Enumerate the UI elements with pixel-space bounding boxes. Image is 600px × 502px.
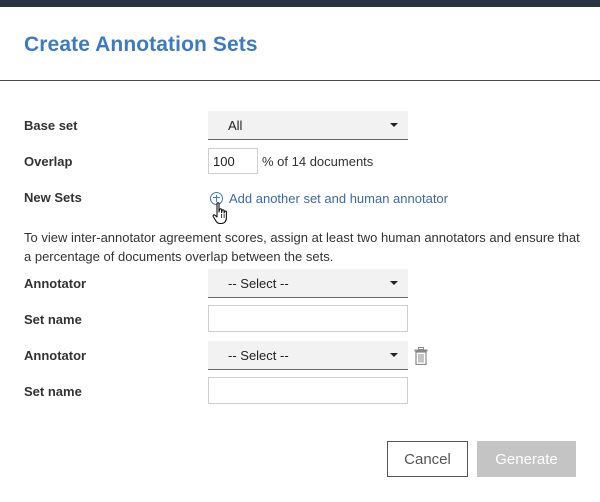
- add-set-link[interactable]: Add another set and human annotator: [210, 189, 448, 207]
- annotator-value-1: -- Select --: [228, 276, 289, 291]
- cancel-button[interactable]: Cancel: [387, 441, 468, 477]
- set-name-input-1[interactable]: [208, 305, 408, 332]
- hand-pointer-icon: [212, 202, 227, 225]
- annotator-select-2[interactable]: -- Select --: [208, 341, 408, 370]
- set-name-input-2[interactable]: [208, 377, 408, 404]
- set-name-label-2: Set name: [24, 384, 82, 399]
- trash-icon[interactable]: [414, 347, 428, 365]
- annotator-value-2: -- Select --: [228, 348, 289, 363]
- base-set-select[interactable]: All: [208, 111, 408, 140]
- overlap-suffix: % of 14 documents: [262, 154, 374, 169]
- annotator-label-1: Annotator: [24, 276, 87, 291]
- generate-button[interactable]: Generate: [477, 441, 576, 477]
- top-bar: [0, 0, 600, 7]
- set-name-label-1: Set name: [24, 312, 82, 327]
- base-set-value: All: [228, 118, 243, 133]
- caret-down-icon: [390, 123, 398, 127]
- add-set-link-text: Add another set and human annotator: [229, 190, 448, 206]
- dialog-title: Create Annotation Sets: [24, 33, 258, 56]
- new-sets-label: New Sets: [24, 190, 82, 205]
- title-divider: [0, 80, 600, 81]
- base-set-label: Base set: [24, 118, 78, 133]
- overlap-input[interactable]: [208, 148, 258, 174]
- info-text: To view inter-annotator agreement scores…: [24, 230, 580, 264]
- caret-down-icon: [390, 353, 398, 357]
- overlap-label: Overlap: [24, 154, 73, 169]
- annotator-label-2: Annotator: [24, 348, 87, 363]
- caret-down-icon: [390, 281, 398, 285]
- annotator-select-1[interactable]: -- Select --: [208, 269, 408, 298]
